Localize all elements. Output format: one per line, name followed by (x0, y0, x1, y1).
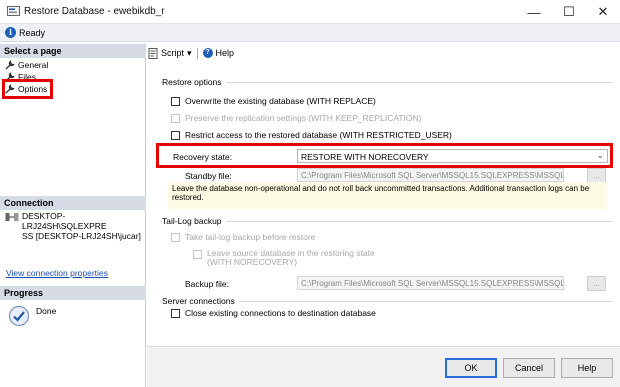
standby-browse-button: ... (587, 168, 606, 183)
window-title: Restore Database - ewebikdb_r (24, 6, 165, 17)
standby-file-label: Standby file: (185, 171, 232, 181)
ok-button[interactable]: OK (445, 358, 497, 378)
info-icon: i (5, 27, 16, 38)
script-label: Script (161, 48, 185, 58)
script-button[interactable]: Script ▾ (148, 47, 192, 59)
close-button[interactable]: ✕ (586, 0, 620, 24)
recovery-state-description: Leave the database non-operational and d… (168, 182, 607, 209)
backup-file-input: C:\Program Files\Microsoft SQL Server\MS… (297, 276, 564, 290)
help-icon: ? (202, 48, 213, 58)
take-tail-log-option: Take tail-log backup before restore (171, 232, 315, 242)
leave-source-option: Leave source database in the restoring s… (193, 249, 375, 267)
recovery-state-highlight-box (156, 143, 613, 168)
toolbar: Script ▾ ? Help (148, 46, 234, 60)
wrench-icon (5, 60, 15, 70)
progress-heading: Progress (0, 286, 146, 300)
preserve-replication-checkbox (171, 113, 180, 123)
connection-line-1: DESKTOP-LRJ24SH\SQLEXPRE (22, 211, 107, 231)
server-connections-label: Server connections (162, 296, 239, 306)
connection-heading: Connection (0, 196, 146, 210)
page-item-general[interactable]: General (5, 59, 48, 71)
tail-log-divider (160, 221, 612, 222)
tail-log-label: Tail-Log backup (162, 216, 226, 226)
restore-options-divider (160, 82, 612, 83)
close-connections-option[interactable]: Close existing connections to destinatio… (171, 308, 376, 318)
backup-browse-button: ... (587, 276, 606, 291)
status-bar: i Ready (0, 24, 620, 42)
connection-line-2: SS [DESKTOP-LRJ24SH\jucar] (22, 231, 141, 241)
connection-text: DESKTOP-LRJ24SH\SQLEXPRE SS [DESKTOP-LRJ… (22, 211, 144, 241)
overwrite-option[interactable]: Overwrite the existing database (WITH RE… (171, 96, 376, 106)
select-page-heading: Select a page (0, 44, 146, 58)
view-connection-properties-link[interactable]: View connection properties (6, 268, 108, 278)
preserve-replication-label: Preserve the replication settings (WITH … (185, 113, 422, 123)
preserve-replication-option: Preserve the replication settings (WITH … (171, 113, 422, 123)
page-item-label: General (18, 60, 49, 70)
help-label: Help (215, 48, 235, 58)
leave-source-checkbox (193, 250, 202, 259)
restore-options-label: Restore options (162, 77, 226, 87)
restrict-access-checkbox[interactable] (171, 130, 180, 140)
take-tail-log-label: Take tail-log backup before restore (185, 232, 316, 242)
restore-database-icon (7, 6, 20, 16)
backup-file-label: Backup file: (185, 279, 229, 289)
done-checkmark-icon (8, 305, 30, 327)
maximize-button[interactable]: ☐ (552, 0, 586, 24)
leave-source-label-line2: (WITH NORECOVERY) (207, 257, 298, 267)
progress-status: Done (36, 306, 57, 316)
title-bar: Restore Database - ewebikdb_r — ☐ ✕ (0, 0, 620, 24)
help-toolbar-button[interactable]: ? Help (202, 48, 235, 58)
status-text: Ready (19, 28, 46, 38)
close-connections-checkbox[interactable] (171, 308, 180, 318)
toolbar-separator (196, 47, 198, 59)
server-connection-icon (5, 213, 19, 221)
restrict-access-option[interactable]: Restrict access to the restored database… (171, 130, 452, 140)
standby-file-input: C:\Program Files\Microsoft SQL Server\MS… (297, 168, 564, 182)
leave-source-text: Leave source database in the restoring s… (207, 249, 375, 267)
overwrite-checkbox[interactable] (171, 96, 180, 106)
script-icon (148, 47, 158, 59)
take-tail-log-checkbox (171, 232, 180, 242)
restrict-access-label: Restrict access to the restored database… (185, 130, 452, 140)
chevron-down-icon: ▾ (187, 47, 192, 58)
options-highlight-box (2, 79, 53, 99)
help-button[interactable]: Help (561, 358, 613, 378)
overwrite-label: Overwrite the existing database (WITH RE… (185, 96, 376, 106)
cancel-button[interactable]: Cancel (503, 358, 555, 378)
close-connections-label: Close existing connections to destinatio… (185, 308, 376, 318)
minimize-button[interactable]: — (517, 0, 551, 24)
